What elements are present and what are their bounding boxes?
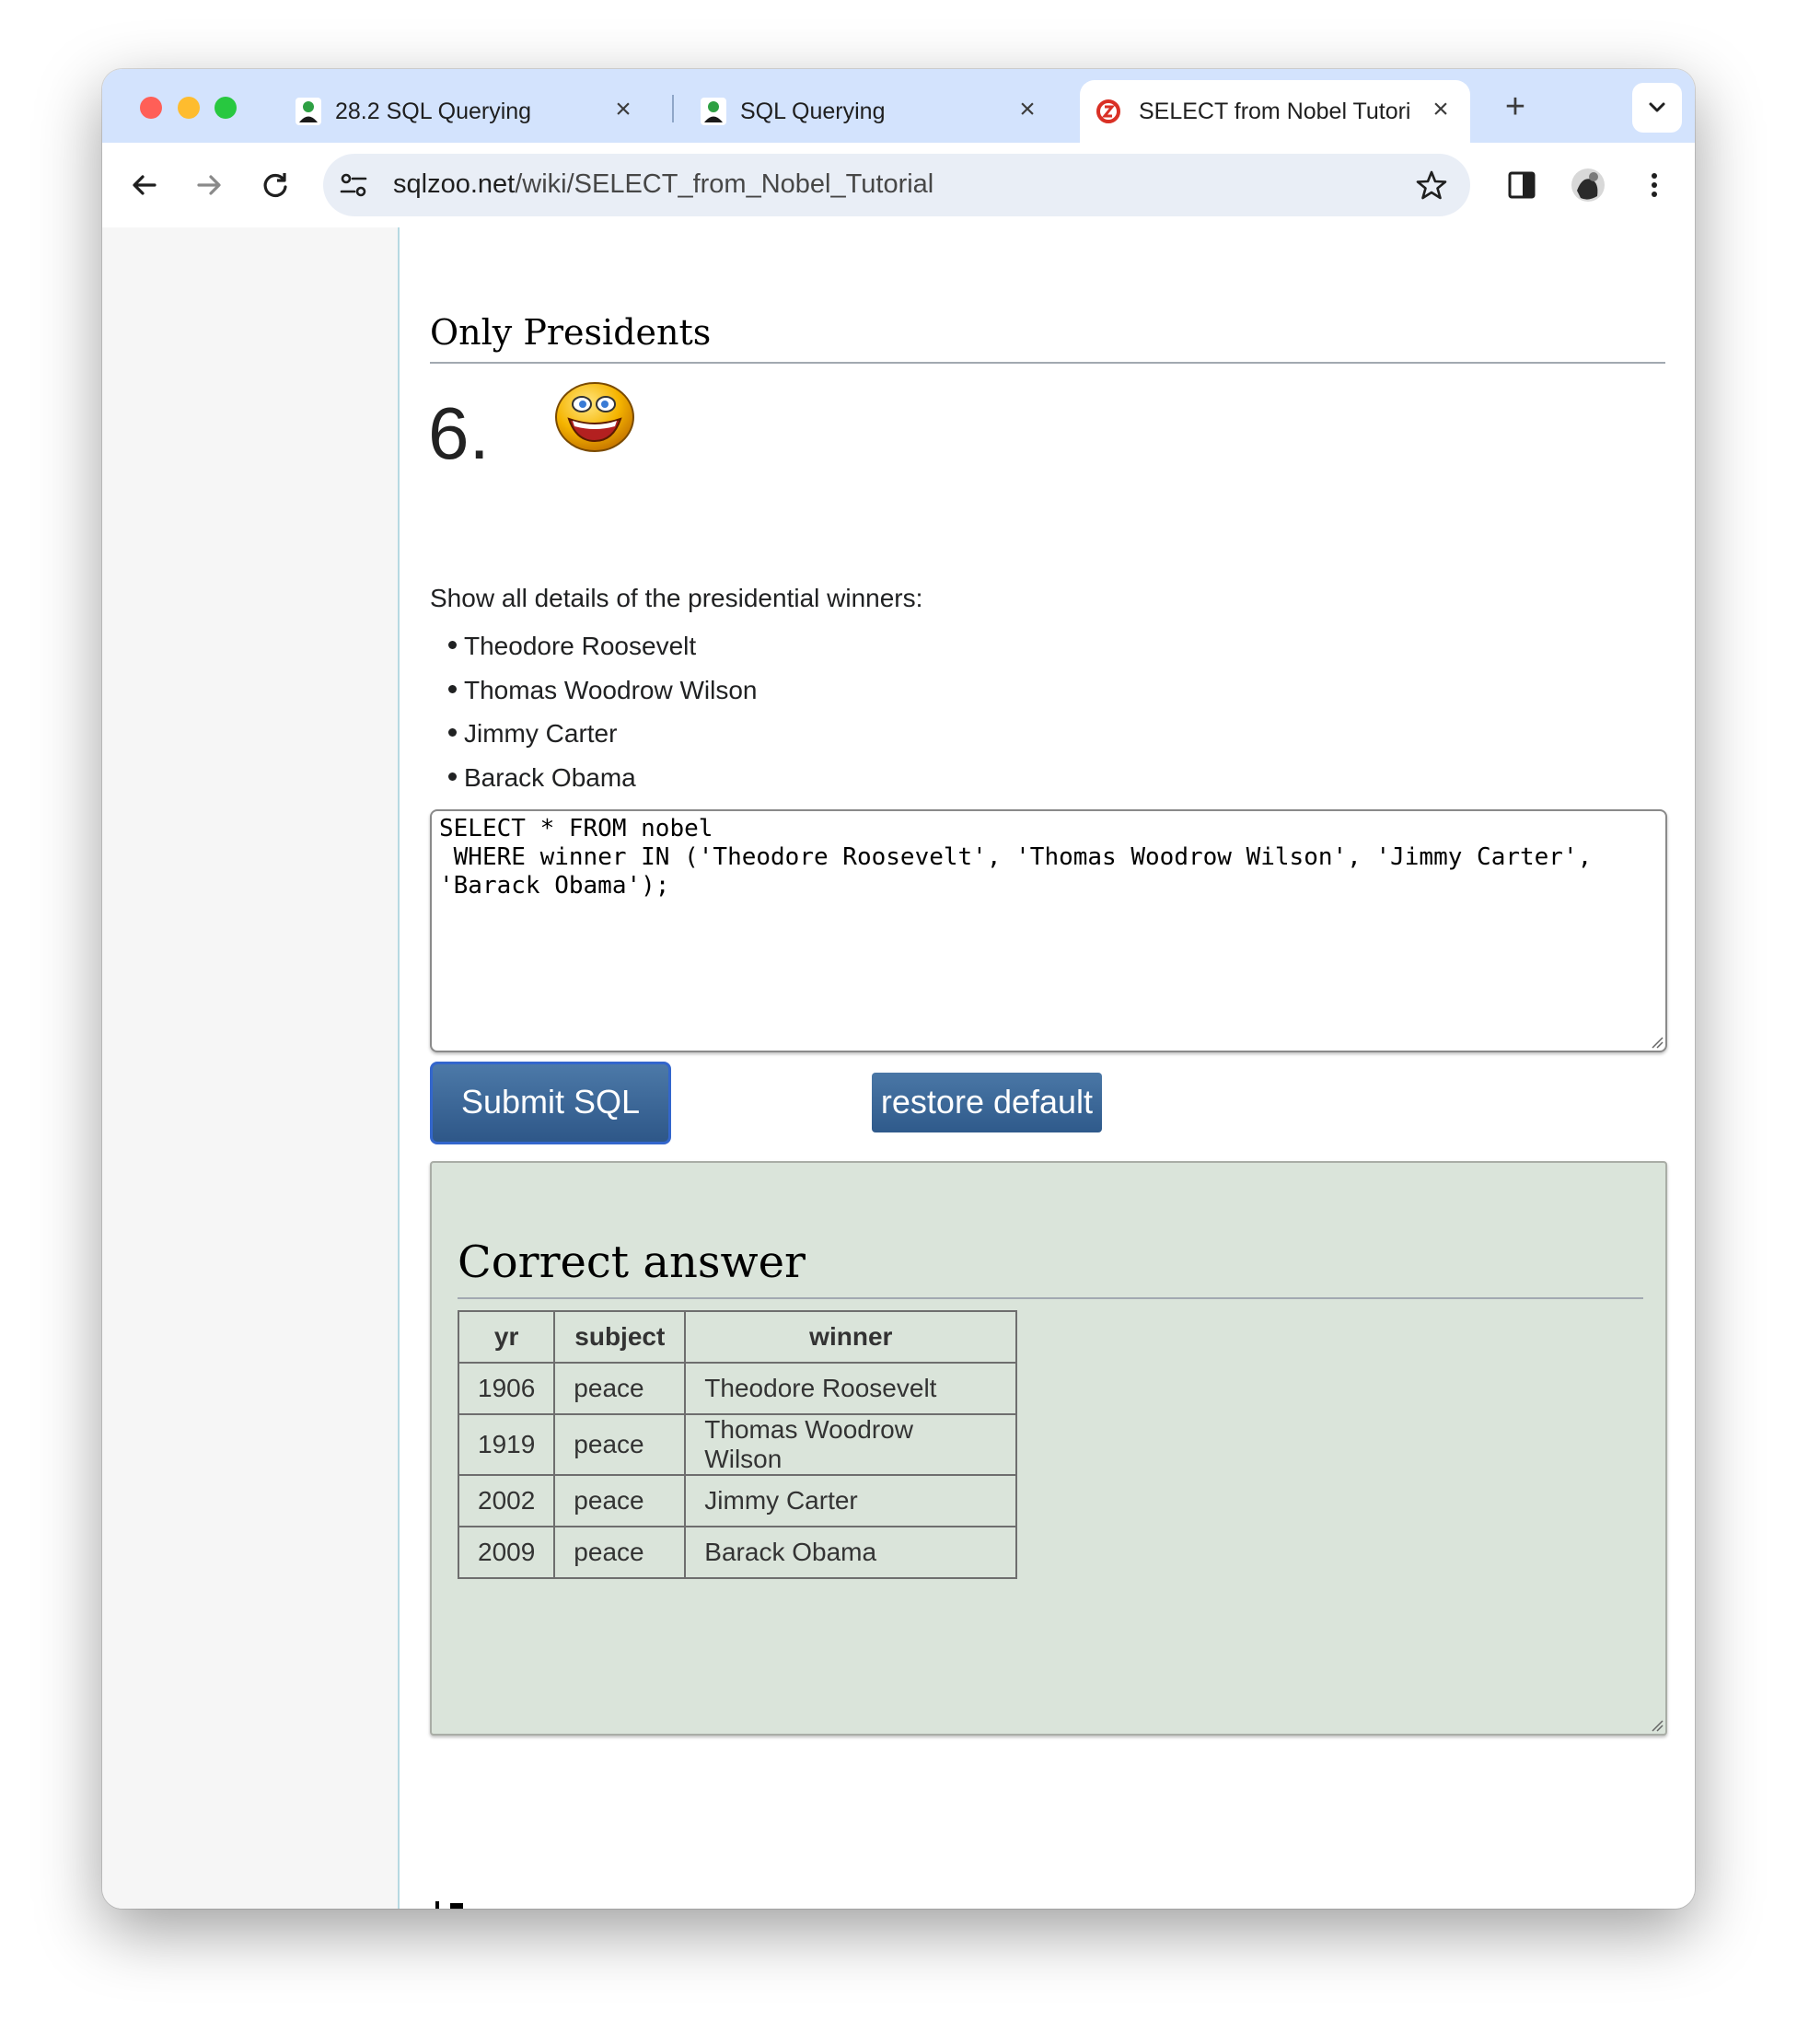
table-row: 2002 peace Jimmy Carter [457,1474,1018,1527]
table-cell: 2009 [457,1526,556,1579]
list-item-text: Theodore Roosevelt [464,632,697,660]
list-item: Barack Obama [448,762,757,807]
resize-handle-icon[interactable] [1651,1036,1664,1049]
smiley-face-icon [555,382,634,452]
answer-divider [458,1297,1643,1299]
close-window-button[interactable] [140,97,162,119]
question-text: Show all details of the presidential win… [430,584,923,612]
person-green-icon [701,98,726,125]
table-header-row: yr subject winner [457,1310,1018,1364]
table-cell: Jimmy Carter [684,1474,1018,1527]
close-icon[interactable]: × [1009,91,1046,128]
section-heading: Only Presidents [430,312,712,353]
table-cell: peace [553,1526,687,1579]
close-icon[interactable]: × [605,91,642,128]
tab-label: SELECT from Nobel Tutori [1139,99,1411,124]
result-table: yr subject winner 1906 peace Theodore Ro… [457,1310,1018,1579]
sqlzoo-icon [1096,99,1120,123]
back-arrow-icon[interactable] [122,163,167,207]
list-item: Thomas Woodrow Wilson [448,675,757,719]
table-cell: 2002 [457,1474,556,1527]
winner-list: Theodore Roosevelt Thomas Woodrow Wilson… [448,631,757,806]
tab-label: 28.2 SQL Querying [335,99,532,124]
table-cell: peace [553,1474,687,1527]
next-heading-peek [435,1901,463,1909]
bullet-icon [448,641,457,649]
wiki-sidebar [102,227,400,1909]
url-text[interactable]: sqlzoo.net/wiki/SELECT_from_Nobel_Tutori… [393,169,933,200]
list-item-text: Barack Obama [464,762,636,792]
chevron-down-icon [1649,102,1665,112]
side-panel-icon[interactable] [1500,163,1544,207]
column-header-subject: subject [553,1310,687,1364]
url-path: /wiki/SELECT_from_Nobel_Tutorial [515,169,934,199]
tab-label: SQL Querying [740,99,886,124]
question-number: 6. [428,392,490,474]
url-host: sqlzoo.net [393,169,516,199]
list-item: Theodore Roosevelt [448,631,757,675]
browser-toolbar: sqlzoo.net/wiki/SELECT_from_Nobel_Tutori… [102,143,1695,229]
table-cell: 1919 [457,1413,556,1476]
restore-default-button[interactable]: restore default [872,1073,1102,1132]
more-menu-icon[interactable] [1632,163,1676,207]
table-cell: Thomas Woodrow Wilson [684,1413,1018,1476]
bullet-icon [448,728,457,737]
tab-sql-querying[interactable]: SQL Querying × [673,80,1060,143]
sql-query-text[interactable]: SELECT * FROM nobel WHERE winner IN ('Th… [432,811,1665,904]
heading-divider [430,362,1665,364]
site-settings-icon[interactable] [338,170,369,200]
tab-select-from-nobel[interactable]: SELECT from Nobel Tutori × [1080,80,1470,143]
bullet-icon [448,684,457,693]
table-cell: 1906 [457,1362,556,1415]
table-row: 2009 peace Barack Obama [457,1526,1018,1579]
forward-arrow-icon[interactable] [187,163,231,207]
list-item-text: Thomas Woodrow Wilson [464,675,758,704]
tab-search-button[interactable] [1632,83,1682,133]
table-cell: peace [553,1413,687,1476]
maximize-window-button[interactable] [214,97,237,119]
bullet-icon [448,772,457,781]
table-cell: peace [553,1362,687,1415]
table-cell: Theodore Roosevelt [684,1362,1018,1415]
sql-editor[interactable]: SELECT * FROM nobel WHERE winner IN ('Th… [430,809,1667,1052]
address-bar[interactable]: sqlzoo.net/wiki/SELECT_from_Nobel_Tutori… [323,154,1470,216]
new-tab-button[interactable]: + [1492,86,1538,132]
column-header-winner: winner [684,1310,1018,1364]
table-cell: Barack Obama [684,1526,1018,1579]
answer-heading: Correct answer [458,1237,806,1288]
minimize-window-button[interactable] [178,97,200,119]
close-icon[interactable]: × [1422,91,1459,128]
tab-strip: 28.2 SQL Querying × SQL Querying × SELEC… [102,69,1695,143]
answer-panel: Correct answer yr subject winner 1906 pe… [430,1161,1667,1736]
column-header-yr: yr [457,1310,556,1364]
submit-sql-button[interactable]: Submit SQL [430,1062,671,1144]
reload-icon[interactable] [253,163,297,207]
table-row: 1919 peace Thomas Woodrow Wilson [457,1413,1018,1476]
star-bookmark-icon[interactable] [1415,168,1448,202]
tab-28-2-sql-querying[interactable]: 28.2 SQL Querying × [268,80,655,143]
page-content: Only Presidents 6. Show all details of t… [400,227,1695,1909]
profile-avatar-icon[interactable] [1566,163,1610,207]
table-row: 1906 peace Theodore Roosevelt [457,1362,1018,1415]
list-item-text: Jimmy Carter [464,719,618,748]
resize-handle-icon[interactable] [1651,1719,1664,1732]
person-green-icon [296,98,321,125]
list-item: Jimmy Carter [448,718,757,762]
browser-window: 28.2 SQL Querying × SQL Querying × SELEC… [102,69,1695,1909]
